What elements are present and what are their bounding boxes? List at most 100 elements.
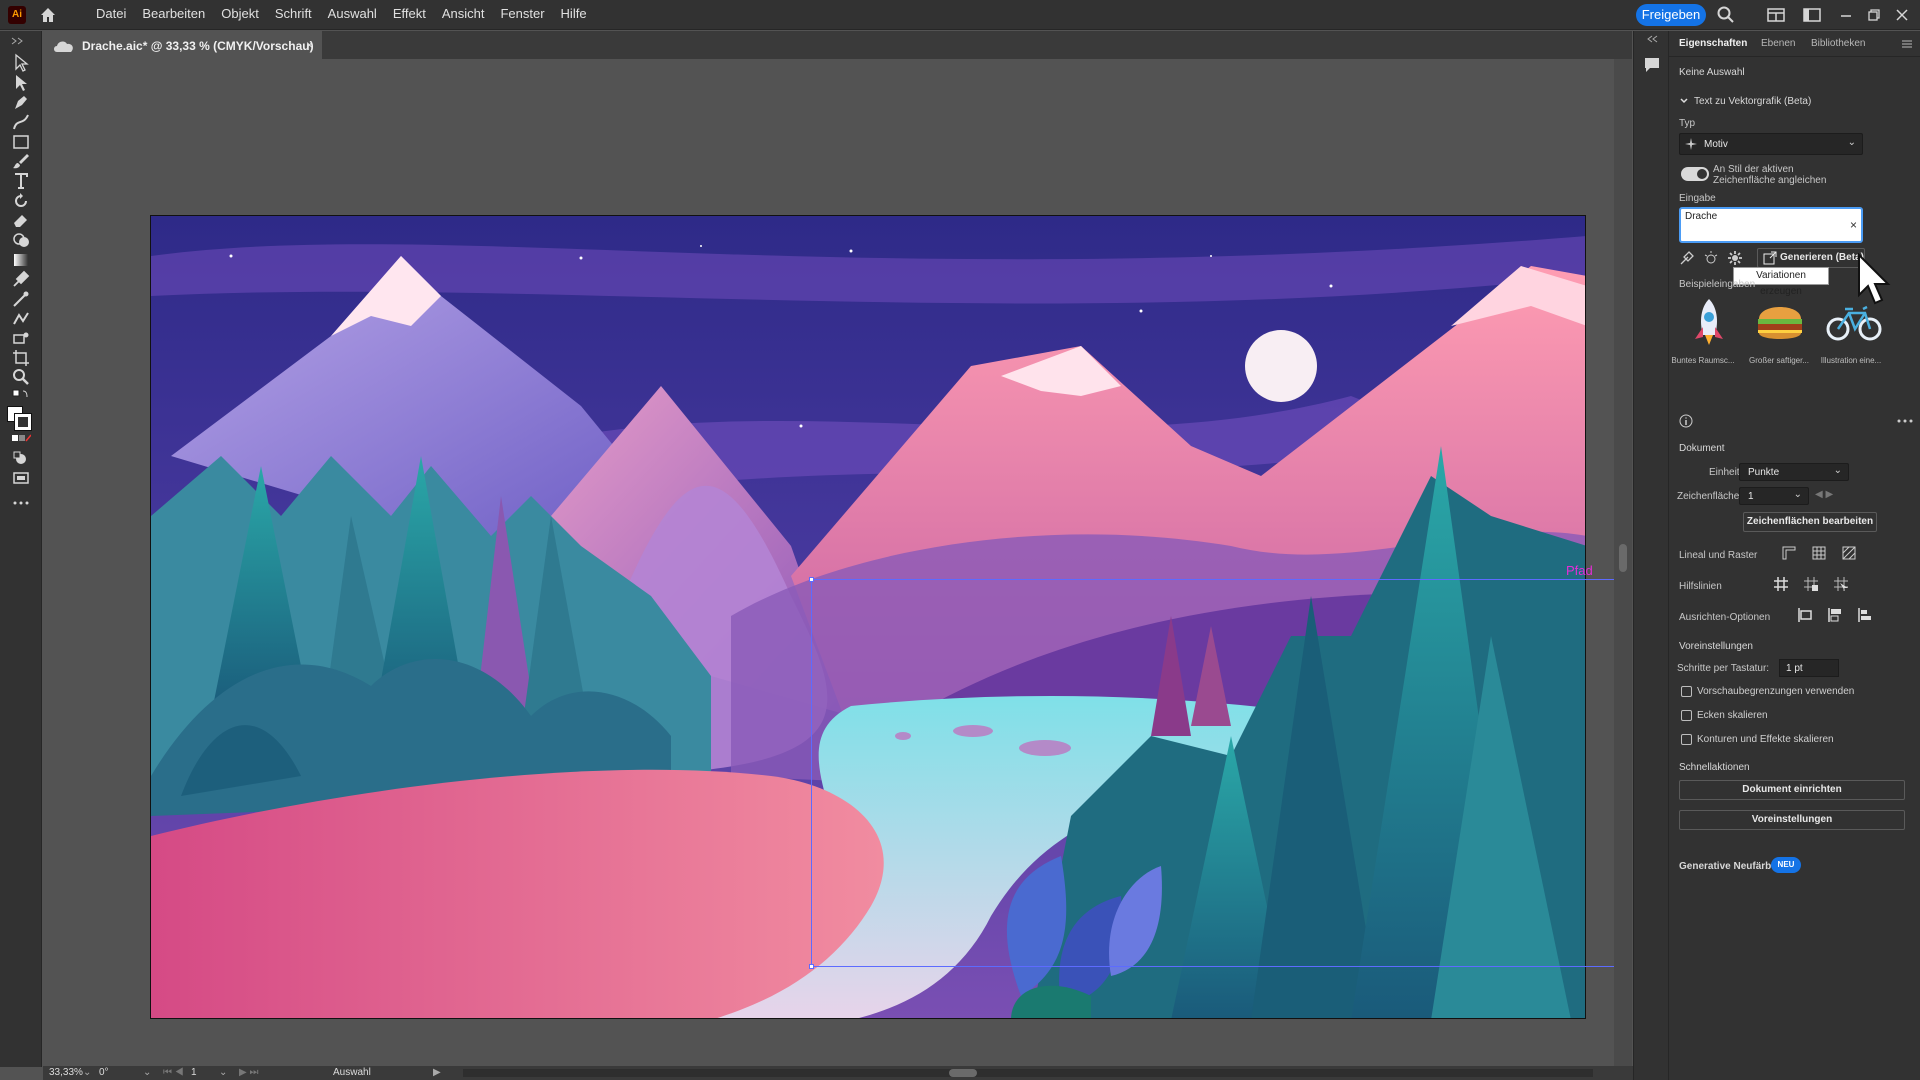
menu-ansicht[interactable]: Ansicht [434,0,493,30]
rotation-value[interactable]: 0° [99,1067,109,1078]
scrollbar-thumb[interactable] [1619,544,1627,572]
artboard-number[interactable]: 1 [191,1067,197,1078]
curvature-tool-icon[interactable] [11,112,31,132]
screen-mode-icon[interactable] [11,468,31,488]
scale-strokes-checkbox[interactable] [1681,734,1692,745]
zoom-tool-icon[interactable] [11,367,31,387]
menu-hilfe[interactable]: Hilfe [553,0,595,30]
align-to-selection-icon[interactable] [1797,607,1815,623]
document-setup-button[interactable]: Dokument einrichten [1679,780,1905,800]
swap-colors-icon[interactable] [11,387,31,407]
burger-sample-icon[interactable] [1755,299,1805,345]
rotation-dropdown-chevron-icon[interactable]: ⌄ [143,1067,151,1078]
eyedropper-tool-icon[interactable] [11,269,31,289]
settings-gear-icon[interactable] [1727,250,1743,266]
menu-fenster[interactable]: Fenster [492,0,552,30]
direct-selection-tool-icon[interactable] [11,73,31,93]
grid-icon[interactable] [1811,545,1827,561]
transparency-grid-icon[interactable] [1841,545,1857,561]
paintbrush-tool-icon[interactable] [11,151,31,171]
tab-bibliotheken[interactable]: Bibliotheken [1811,38,1865,49]
panel-collapse-icon[interactable] [10,37,30,45]
horizontal-scrollbar[interactable] [463,1069,1593,1077]
panel-menu-icon[interactable] [1901,39,1913,49]
comments-icon[interactable] [1642,55,1662,75]
collapse-dock-icon[interactable] [1646,35,1658,43]
info-icon[interactable] [1679,414,1693,428]
last-artboard-icon[interactable]: ▶ ⏭ [239,1067,258,1078]
keyboard-increment-input[interactable]: 1 pt [1779,659,1839,677]
shape-builder-tool-icon[interactable] [11,230,31,250]
menu-effekt[interactable]: Effekt [385,0,434,30]
draw-mode-icon[interactable] [11,449,31,469]
search-icon[interactable] [1716,5,1736,25]
menu-objekt[interactable]: Objekt [213,0,267,30]
selection-bounding-box[interactable] [809,577,1623,969]
section-title[interactable]: Text zu Vektorgrafik (Beta) [1694,96,1811,107]
section-collapse-chevron-icon[interactable] [1679,96,1689,106]
match-style-toggle[interactable] [1681,167,1709,181]
type-dropdown[interactable]: Motiv ⌄ [1679,133,1863,155]
artboard-dropdown[interactable]: 1 ⌄ [1739,487,1809,505]
puppet-warp-tool-icon[interactable] [11,309,31,329]
arrange-documents-icon[interactable] [1802,5,1822,25]
vertical-scrollbar[interactable] [1614,59,1632,1067]
menu-schrift[interactable]: Schrift [267,0,320,30]
menu-datei[interactable]: Datei [88,0,134,30]
blend-tool-icon[interactable] [11,289,31,309]
show-guides-icon[interactable] [1773,576,1789,592]
gradient-tool-icon[interactable] [11,250,31,270]
color-mode-icon[interactable] [11,430,31,450]
canvas-area[interactable]: Pfad [43,59,1623,1066]
scale-corners-checkbox[interactable] [1681,710,1692,721]
stroke-color-swatch[interactable] [14,413,32,431]
artboard-dropdown-chevron-icon[interactable]: ⌄ [219,1067,227,1078]
eraser-tool-icon[interactable] [11,210,31,230]
workspace-icon[interactable] [1766,5,1786,25]
zoom-dropdown-chevron-icon[interactable]: ⌄ [83,1067,91,1078]
tab-ebenen[interactable]: Ebenen [1761,38,1795,49]
bicycle-sample-icon[interactable] [1825,303,1883,343]
restore-icon[interactable] [1864,5,1884,25]
style-picker-icon[interactable] [1679,250,1695,266]
close-tab-icon[interactable]: × [306,38,313,52]
scrollbar-thumb[interactable] [949,1069,977,1077]
ruler-icon[interactable] [1781,545,1797,561]
selection-tool-icon[interactable] [11,53,31,73]
minimize-icon[interactable] [1836,5,1856,25]
pen-tool-icon[interactable] [11,92,31,112]
use-preview-bounds-checkbox[interactable] [1681,686,1692,697]
edit-artboards-button[interactable]: Zeichenflächen bearbeiten [1743,512,1877,532]
type-tool-icon[interactable] [11,171,31,191]
rocket-sample-icon[interactable] [1687,297,1731,347]
align-to-artboard-icon[interactable] [1857,607,1875,623]
selection-handle[interactable] [809,577,814,582]
rotate-tool-icon[interactable] [11,191,31,211]
preferences-button[interactable]: Voreinstellungen [1679,810,1905,830]
tab-eigenschaften[interactable]: Eigenschaften [1679,38,1747,49]
selection-handle[interactable] [809,964,814,969]
zoom-level[interactable]: 33,33% [49,1067,83,1078]
symbol-sprayer-tool-icon[interactable] [11,328,31,348]
lock-guides-icon[interactable] [1803,576,1819,592]
status-menu-arrow-icon[interactable]: ▶ [433,1067,441,1078]
effects-icon[interactable] [1703,250,1719,266]
close-window-icon[interactable] [1892,5,1912,25]
home-icon[interactable] [38,5,58,25]
smart-guides-icon[interactable] [1833,576,1849,592]
prompt-input[interactable]: Drache × [1679,207,1863,243]
menu-auswahl[interactable]: Auswahl [320,0,385,30]
artboard-label: Zeichenfläche: [1677,491,1743,502]
align-to-key-object-icon[interactable] [1827,607,1845,623]
unit-dropdown[interactable]: Punkte ⌄ [1739,463,1849,481]
rectangle-tool-icon[interactable] [11,132,31,152]
share-button[interactable]: Freigeben [1636,4,1706,26]
artboard-tool-icon[interactable] [11,348,31,368]
document-tab[interactable]: Drache.aic* @ 33,33 % (CMYK/Vorschau) × [42,31,322,59]
artboard-nav-arrows-icon[interactable]: ◀ ▶ [1815,489,1833,500]
more-options-icon[interactable] [1897,418,1913,424]
first-artboard-icon[interactable]: ⏮ ◀ [163,1067,184,1078]
menu-bearbeiten[interactable]: Bearbeiten [134,0,213,30]
more-tools-icon[interactable] [11,493,31,513]
clear-input-icon[interactable]: × [1850,218,1857,232]
